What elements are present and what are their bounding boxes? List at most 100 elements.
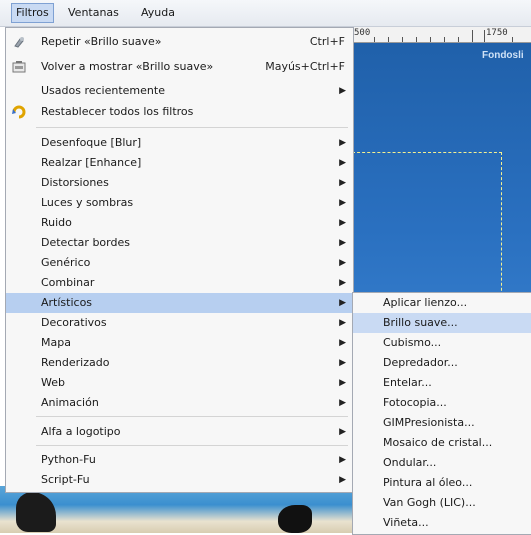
horizontal-ruler: 500 1750	[352, 26, 531, 43]
menu-item-label: Usados recientemente	[41, 84, 165, 97]
submenu-arrow-icon: ▶	[339, 258, 346, 268]
menu-filtros-label: Filtros	[16, 6, 49, 19]
submenu-arrow-icon: ▶	[339, 238, 346, 248]
menu-item-web[interactable]: Web ▶	[6, 373, 353, 393]
submenu-item-label: Van Gogh (LIC)...	[383, 496, 476, 509]
submenu-item-label: Brillo suave...	[383, 316, 458, 329]
menu-ventanas[interactable]: Ventanas	[64, 4, 123, 22]
menu-item-reshow[interactable]: Volver a mostrar «Brillo suave» Mayús+Ct…	[6, 57, 353, 77]
submenu-arrow-icon: ▶	[339, 455, 346, 465]
submenu-item-label: Depredador...	[383, 356, 458, 369]
submenu-item-label: Ondular...	[383, 456, 437, 469]
filters-menu: Repetir «Brillo suave» Ctrl+F Volver a m…	[5, 27, 354, 493]
submenu-item-label: Aplicar lienzo...	[383, 296, 468, 309]
menu-item-map[interactable]: Mapa ▶	[6, 333, 353, 353]
menu-item-repeat[interactable]: Repetir «Brillo suave» Ctrl+F	[6, 32, 353, 52]
menu-item-render[interactable]: Renderizado ▶	[6, 353, 353, 373]
menu-filtros[interactable]: Filtros	[11, 3, 54, 23]
menu-item-alpha-logo[interactable]: Alfa a logotipo ▶	[6, 422, 353, 442]
menu-item-label: Volver a mostrar «Brillo suave»	[41, 60, 214, 73]
menu-item-combine[interactable]: Combinar ▶	[6, 273, 353, 293]
submenu-arrow-icon: ▶	[339, 298, 346, 308]
submenu-arrow-icon: ▶	[339, 278, 346, 288]
menu-item-blur[interactable]: Desenfoque [Blur] ▶	[6, 133, 353, 153]
menu-item-label: Ruido	[41, 216, 72, 229]
submenu-arrow-icon: ▶	[339, 158, 346, 168]
menu-item-generic[interactable]: Genérico ▶	[6, 253, 353, 273]
submenu-item-vignette[interactable]: Viñeta...	[353, 513, 531, 533]
submenu-item-label: Fotocopia...	[383, 396, 447, 409]
submenu-item-apply-canvas[interactable]: Aplicar lienzo...	[353, 293, 531, 313]
submenu-item-oilify[interactable]: Pintura al óleo...	[353, 473, 531, 493]
submenu-arrow-icon: ▶	[339, 475, 346, 485]
menu-item-reset[interactable]: Restablecer todos los filtros	[6, 102, 353, 122]
submenu-item-soft-glow[interactable]: Brillo suave...	[353, 313, 531, 333]
submenu-item-waves[interactable]: Ondular...	[353, 453, 531, 473]
shortcut-text: Mayús+Ctrl+F	[265, 60, 345, 73]
menu-item-enhance[interactable]: Realzar [Enhance] ▶	[6, 153, 353, 173]
shortcut-text: Ctrl+F	[309, 35, 345, 48]
submenu-item-gimpressionist[interactable]: GIMPresionista...	[353, 413, 531, 433]
menu-item-edge-detect[interactable]: Detectar bordes ▶	[6, 233, 353, 253]
runner-silhouette	[278, 505, 312, 533]
submenu-item-cubism[interactable]: Cubismo...	[353, 333, 531, 353]
submenu-arrow-icon: ▶	[339, 138, 346, 148]
submenu-item-photocopy[interactable]: Fotocopia...	[353, 393, 531, 413]
menu-separator	[36, 416, 348, 417]
menu-separator	[36, 445, 348, 446]
menu-item-label: Mapa	[41, 336, 71, 349]
menu-item-label: Restablecer todos los filtros	[41, 105, 194, 118]
menu-item-label: Decorativos	[41, 316, 107, 329]
menu-ventanas-label: Ventanas	[68, 6, 119, 19]
menu-item-script-fu[interactable]: Script-Fu ▶	[6, 470, 353, 490]
menu-item-artistic[interactable]: Artísticos ▶	[6, 293, 353, 313]
reshow-icon	[12, 60, 26, 74]
submenu-item-label: Entelar...	[383, 376, 432, 389]
submenu-item-label: GIMPresionista...	[383, 416, 475, 429]
menu-item-animation[interactable]: Animación ▶	[6, 393, 353, 413]
repeat-icon	[12, 35, 26, 49]
menu-item-label: Script-Fu	[41, 473, 90, 486]
menu-item-label: Artísticos	[41, 296, 93, 309]
menu-separator	[36, 127, 348, 128]
menu-item-label: Web	[41, 376, 65, 389]
menu-item-label: Desenfoque [Blur]	[41, 136, 142, 149]
submenu-arrow-icon: ▶	[339, 198, 346, 208]
submenu-arrow-icon: ▶	[339, 358, 346, 368]
menu-item-recent[interactable]: Usados recientemente ▶	[6, 81, 353, 101]
menu-item-label: Combinar	[41, 276, 95, 289]
menu-ayuda-label: Ayuda	[141, 6, 175, 19]
submenu-item-label: Pintura al óleo...	[383, 476, 473, 489]
submenu-item-label: Mosaico de cristal...	[383, 436, 493, 449]
ruler-label-500: 500	[354, 28, 371, 38]
submenu-item-glass-tile[interactable]: Mosaico de cristal...	[353, 433, 531, 453]
menu-item-noise[interactable]: Ruido ▶	[6, 213, 353, 233]
menu-item-label: Renderizado	[41, 356, 110, 369]
menu-item-label: Repetir «Brillo suave»	[41, 35, 162, 48]
watermark-text: Fondosli	[482, 50, 524, 61]
menu-item-python-fu[interactable]: Python-Fu ▶	[6, 450, 353, 470]
submenu-arrow-icon: ▶	[339, 427, 346, 437]
submenu-arrow-icon: ▶	[339, 338, 346, 348]
submenu-arrow-icon: ▶	[339, 178, 346, 188]
menu-item-label: Detectar bordes	[41, 236, 130, 249]
menu-item-distorts[interactable]: Distorsiones ▶	[6, 173, 353, 193]
submenu-arrow-icon: ▶	[339, 86, 346, 96]
submenu-item-van-gogh[interactable]: Van Gogh (LIC)...	[353, 493, 531, 513]
reset-icon	[12, 105, 26, 119]
ruler-label-1750: 1750	[486, 28, 508, 38]
artistic-submenu: Aplicar lienzo... Brillo suave... Cubism…	[352, 292, 531, 535]
submenu-arrow-icon: ▶	[339, 218, 346, 228]
menu-item-label: Distorsiones	[41, 176, 109, 189]
menu-ayuda[interactable]: Ayuda	[137, 4, 179, 22]
menubar: Filtros Ventanas Ayuda	[0, 0, 531, 27]
submenu-item-label: Cubismo...	[383, 336, 442, 349]
menu-item-label: Genérico	[41, 256, 91, 269]
menu-item-label: Realzar [Enhance]	[41, 156, 142, 169]
submenu-item-predator[interactable]: Depredador...	[353, 353, 531, 373]
menu-item-label: Python-Fu	[41, 453, 96, 466]
submenu-item-label: Viñeta...	[383, 516, 429, 529]
menu-item-decor[interactable]: Decorativos ▶	[6, 313, 353, 333]
menu-item-light-shadow[interactable]: Luces y sombras ▶	[6, 193, 353, 213]
submenu-item-clothify[interactable]: Entelar...	[353, 373, 531, 393]
